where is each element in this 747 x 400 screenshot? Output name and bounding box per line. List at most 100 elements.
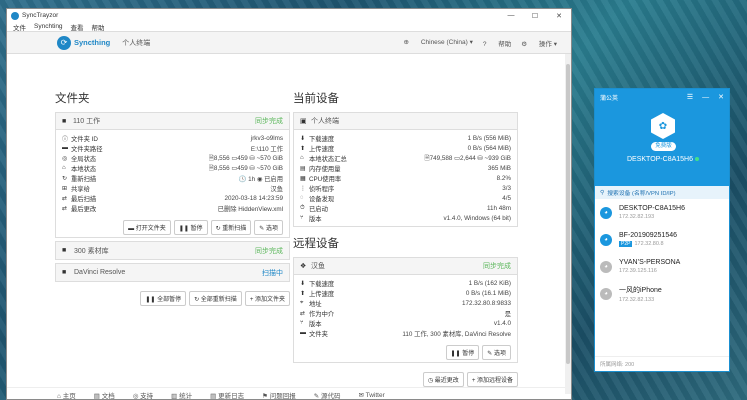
this-device-name: 个人终端 [311, 118, 339, 125]
row-label: 地址 [309, 300, 322, 308]
pgy-logo-icon: ✿ [651, 113, 675, 139]
pgy-menu-icon[interactable]: ☰ [687, 93, 693, 101]
pgy-device-item[interactable]: ◕ DESKTOP-C8A15H6 172.32.82.193 [595, 199, 729, 226]
folder-panel-davinci[interactable]: ■ DaVinci Resolve 扫描中 [55, 263, 290, 282]
row-value: 3/3 [502, 184, 511, 192]
remote-pause-button[interactable]: ❚❚ 暂停 [445, 345, 480, 360]
pause-button[interactable]: ❚❚ 暂停 [173, 220, 208, 235]
pgy-device-info: 一风的iPhone 172.32.82.133 [619, 285, 662, 303]
pgy-close-button[interactable]: ✕ [718, 93, 724, 101]
pgy-device-name: 一风的iPhone [619, 286, 662, 294]
pgy-device-name: BF-201909251546 [619, 232, 677, 239]
footer-twitter[interactable]: ✉ Twitter [358, 391, 393, 399]
maximize-button[interactable]: ☐ [523, 12, 547, 20]
detail-key: ⋮ 侦听程序 [300, 184, 502, 193]
help-menu[interactable]: ? 帮助 [483, 38, 511, 48]
remote-options-button[interactable]: ✎ 选项 [482, 345, 511, 360]
pgy-device-list: ◕ DESKTOP-C8A15H6 172.32.82.193 ◕ BF-2019092… [595, 199, 729, 307]
scrollbar-thumb[interactable] [566, 64, 570, 364]
row-icon: ▤ [300, 165, 306, 172]
detail-row: ◎ 全局状态 🗎8,556 ▭459 ⛁ ~570 GiB [62, 153, 283, 163]
footer-changelog[interactable]: ▤ 更新日志 [210, 390, 253, 400]
pgy-device-ip: 172.32.80.8 [634, 241, 664, 247]
footer-source[interactable]: ✎ 源代码 [314, 390, 350, 400]
menu-view[interactable]: 查看 [71, 22, 84, 32]
row-label: 内存使用量 [309, 165, 341, 173]
row-icon: ⏱ [300, 204, 305, 211]
footer-stats-label: 统计 [179, 392, 193, 400]
detail-row: ⑂ 版本 v1.4.0 [300, 318, 511, 328]
folder-panel-300[interactable]: ■ 300 素材库 同步完成 [55, 241, 290, 260]
row-label: 重新扫描 [71, 175, 97, 183]
title-bar: SyncTrayzor — ☐ ✕ [7, 9, 571, 22]
pause-all-button[interactable]: ❚❚ 全部暂停 [140, 291, 187, 306]
row-icon: ⌂ [62, 165, 66, 171]
menu-synchting[interactable]: Synchting [34, 23, 63, 30]
row-icon: ⌖ [300, 299, 304, 306]
close-button[interactable]: ✕ [547, 12, 571, 20]
row-icon: ⇄ [62, 205, 68, 212]
folder-options-button[interactable]: ✎ 选项 [254, 220, 283, 235]
row-value: jrkv3-o9lms [250, 134, 283, 142]
detail-key: ⑂ 版本 [300, 214, 443, 223]
main-content: 文件夹 ■ 110 工作 同步完成 ⓘ 文件夹 ID jrkv3-o9lms ▬ 文件夹… [7, 54, 571, 389]
pgy-search-bar[interactable]: ⚲ 搜索设备 (名称/VPN ID/IP) [595, 186, 729, 199]
row-label: 作为中介 [309, 310, 335, 318]
open-folder-button[interactable]: ▬ 打开文件夹 [123, 220, 171, 235]
detail-row: ⊞ 共享给 汉鱼 [62, 183, 283, 193]
folder-name: DaVinci Resolve [74, 269, 126, 276]
add-folder-button[interactable]: + 添加文件夹 [244, 291, 290, 306]
detail-key: ⬆ 上传速度 [300, 144, 468, 153]
row-label: 版本 [309, 215, 322, 223]
footer-support-label: 支持 [140, 392, 154, 400]
scrollbar[interactable] [565, 54, 571, 394]
detail-row: ▬ 文件夹 110 工作, 300 素材库, DaVinci Resolve [300, 328, 511, 338]
detail-row: ⬇ 下载速度 1 B/s (556 MiB) [300, 133, 511, 143]
minimize-button[interactable]: — [499, 12, 523, 19]
pgy-device-item[interactable]: ◕ BF-201909251546 P2P 172.32.80.8 [595, 226, 729, 253]
footer-docs[interactable]: ▤ 文档 [94, 390, 124, 400]
add-remote-device-button[interactable]: + 添加远程设备 [466, 372, 518, 387]
rescan-all-button[interactable]: ↻ 全部重新扫描 [189, 291, 242, 306]
rescan-button[interactable]: ↻ 重新扫描 [210, 220, 252, 235]
row-icon: ▬ [62, 145, 68, 151]
pgy-device-ip: 172.32.82.133 [619, 296, 655, 303]
row-value: 0 B/s (564 MiB) [467, 144, 511, 152]
recent-changes-button[interactable]: ◷ 最近更改 [422, 372, 464, 387]
row-value: 已删除 HiddenView.xml [217, 205, 283, 213]
row-label: 文件夹 [309, 330, 328, 338]
language-menu[interactable]: ⊕ Chinese (China) ▾ [404, 38, 473, 48]
footer-home[interactable]: ⌂ 主页 [57, 390, 85, 400]
pgy-device-info: DESKTOP-C8A15H6 172.32.82.193 [619, 205, 685, 220]
detail-row: ⬇ 下载速度 1 B/s (162 KiB) [300, 278, 511, 288]
row-icon: ⋮ [300, 185, 306, 192]
device-icon: ▣ [300, 118, 307, 125]
row-icon: ⊞ [62, 185, 68, 192]
folder-icon: ■ [62, 247, 67, 254]
footer-stats[interactable]: ▥ 统计 [171, 390, 201, 400]
remote-actions: ◷ 最近更改 + 添加远程设备 [293, 372, 518, 387]
this-device-header[interactable]: ▣ 个人终端 [294, 113, 517, 130]
folder-header[interactable]: ■ 110 工作 同步完成 [56, 113, 289, 130]
footer-bugs[interactable]: ⚑ 问题回报 [262, 390, 305, 400]
row-value: v1.4.0, Windows (64 bit) [443, 214, 511, 222]
row-label: 共享给 [71, 185, 90, 193]
actions-menu[interactable]: ⚙ 操作 ▾ [521, 38, 557, 48]
row-value: 🕓 1h ◉ 已启用 [238, 175, 283, 183]
menu-file[interactable]: 文件 [13, 22, 26, 32]
footer-support[interactable]: ◎ 支持 [133, 390, 162, 400]
row-label: 设备发现 [309, 195, 335, 203]
pgy-header: 蒲公英 ☰ — ✕ ✿ 免费版 DESKTOP-C8A15H6 [595, 89, 729, 186]
pgy-device-info: BF-201909251546 P2P 172.32.80.8 [619, 232, 677, 247]
pgy-device-item[interactable]: ◕ YVAN’S-PERSONA 172.39.125.116 [595, 253, 729, 280]
pugongying-window: 蒲公英 ☰ — ✕ ✿ 免费版 DESKTOP-C8A15H6 ⚲ 搜索设备 (… [594, 88, 730, 372]
pgy-device-item[interactable]: ◕ 一风的iPhone 172.32.82.133 [595, 280, 729, 307]
pgy-minimize-button[interactable]: — [702, 94, 709, 101]
remote-device-details: ⬇ 下载速度 1 B/s (162 KiB) ⬆ 上传速度 0 B/s (16.1 MiB… [294, 275, 517, 341]
menu-help[interactable]: 帮助 [92, 22, 105, 32]
syncthing-logo[interactable]: ⟳ Syncthing [57, 35, 110, 50]
pgy-device-ip-line: 172.39.125.116 [619, 268, 680, 274]
row-value: 8.2% [496, 174, 511, 182]
remote-device-header[interactable]: ❖ 汉鱼 同步完成 [294, 258, 517, 275]
detail-row: ⬆ 上传速度 0 B/s (564 MiB) [300, 143, 511, 153]
